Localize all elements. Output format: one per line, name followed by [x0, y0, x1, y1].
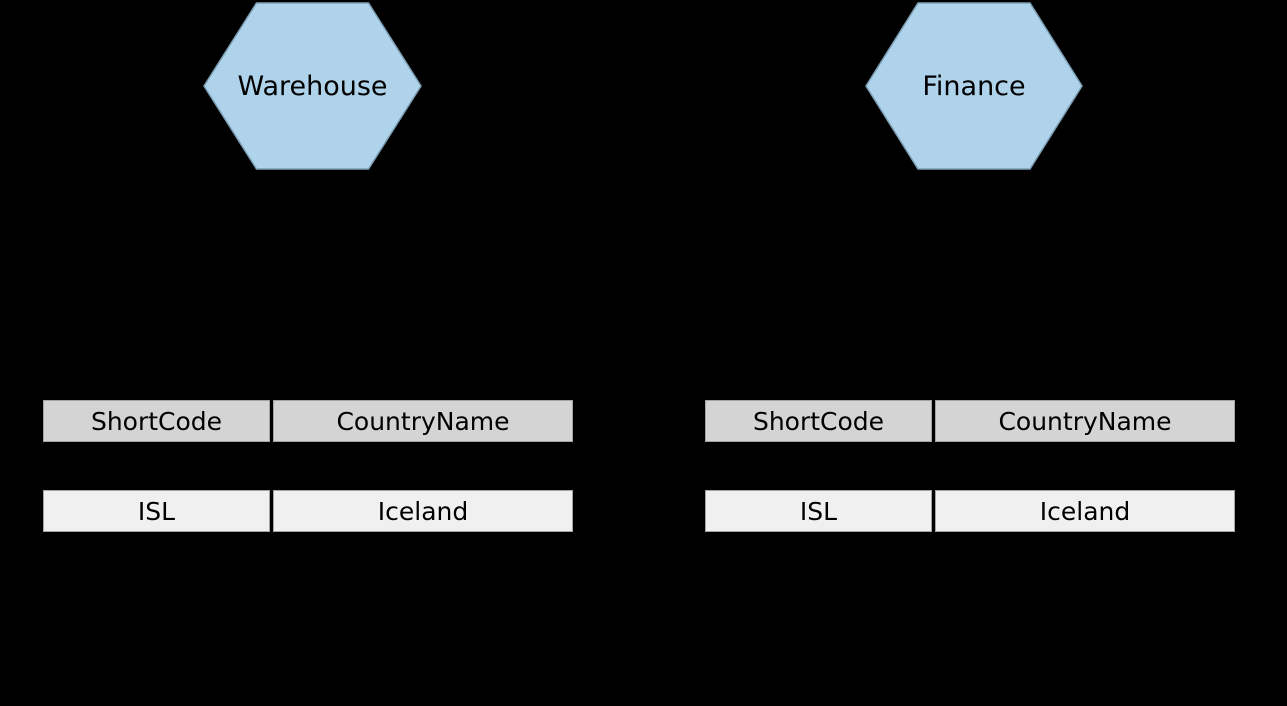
node-finance[interactable]: Finance: [865, 2, 1083, 170]
cell-shortcode: ISL: [705, 490, 932, 532]
hexagon-shape-icon: [203, 2, 422, 170]
cell-shortcode: ISL: [43, 490, 270, 532]
column-header-countryname: CountryName: [273, 400, 573, 442]
table-header-row: ShortCode CountryName: [43, 400, 573, 442]
node-warehouse[interactable]: Warehouse: [203, 2, 422, 170]
warehouse-table: ShortCode CountryName ISL Iceland: [43, 400, 573, 532]
cell-countryname: Iceland: [935, 490, 1235, 532]
table-row[interactable]: ISL Iceland: [705, 490, 1235, 532]
column-header-shortcode: ShortCode: [705, 400, 932, 442]
hexagon-shape-icon: [865, 2, 1083, 170]
column-header-countryname: CountryName: [935, 400, 1235, 442]
diagram-canvas: Warehouse Finance ShortCode CountryName …: [0, 0, 1287, 706]
column-header-shortcode: ShortCode: [43, 400, 270, 442]
cell-countryname: Iceland: [273, 490, 573, 532]
table-row[interactable]: ISL Iceland: [43, 490, 573, 532]
table-header-row: ShortCode CountryName: [705, 400, 1235, 442]
finance-table: ShortCode CountryName ISL Iceland: [705, 400, 1235, 532]
